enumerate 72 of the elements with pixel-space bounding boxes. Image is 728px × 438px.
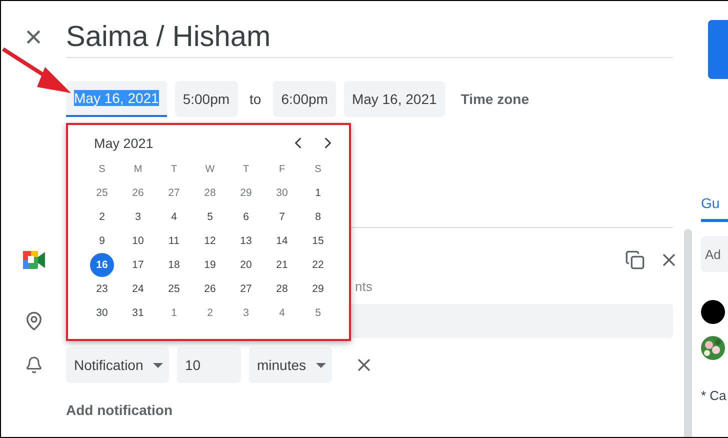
month-label: May 2021 [94, 136, 154, 150]
calendar-day[interactable]: 28 [276, 283, 288, 295]
video-camera-icon [22, 251, 44, 269]
calendar-day[interactable]: 1 [315, 187, 321, 199]
calendar-day[interactable]: 19 [204, 259, 216, 271]
calendar-day[interactable]: 14 [276, 235, 288, 247]
note-text: * Ca [701, 388, 726, 403]
arrow-annotation [1, 45, 73, 95]
end-date-field[interactable]: May 16, 2021 [344, 81, 445, 117]
bell-icon [24, 356, 42, 374]
end-time-field[interactable]: 6:00pm [273, 81, 336, 117]
calendar-day[interactable]: 18 [168, 259, 180, 271]
weekday-label: W [204, 162, 216, 176]
time-zone-link[interactable]: Time zone [460, 91, 529, 107]
calendar-day[interactable]: 13 [240, 235, 252, 247]
weekday-label: S [98, 162, 106, 176]
calendar-day[interactable]: 26 [204, 283, 216, 295]
weekday-label: M [132, 162, 144, 176]
weekday-label: S [314, 162, 322, 176]
calendar-day[interactable]: 29 [240, 187, 252, 199]
add-notification-link[interactable]: Add notification [66, 402, 173, 418]
calendar-day[interactable]: 5 [315, 307, 321, 319]
weekday-label: T [170, 162, 178, 176]
avatar [701, 300, 725, 324]
copy-icon[interactable] [625, 250, 645, 270]
calendar-day[interactable]: 30 [276, 187, 288, 199]
calendar-day[interactable]: 26 [132, 187, 144, 199]
calendar-day[interactable]: 12 [204, 235, 216, 247]
calendar-day[interactable]: 16 [90, 253, 114, 277]
calendar-day[interactable]: 28 [204, 187, 216, 199]
calendar-day[interactable]: 2 [99, 211, 105, 223]
calendar-day[interactable]: 3 [243, 307, 249, 319]
calendar-day[interactable]: 24 [132, 283, 144, 295]
scrollbar[interactable] [684, 229, 692, 437]
calendar-day[interactable]: 15 [312, 235, 324, 247]
calendar-day[interactable]: 31 [132, 307, 144, 319]
to-label: to [250, 91, 262, 107]
calendar-day[interactable]: 29 [312, 283, 324, 295]
calendar-day[interactable]: 22 [312, 259, 324, 271]
event-title[interactable]: Saima / Hisham [66, 18, 673, 58]
notification-type-select[interactable]: Notification [66, 347, 169, 383]
calendar-day[interactable]: 11 [168, 235, 180, 247]
calendar-day[interactable]: 30 [96, 307, 108, 319]
weekday-label: F [278, 162, 286, 176]
calendar-day[interactable]: 9 [99, 235, 105, 247]
guest-field[interactable]: Ad [701, 236, 728, 272]
calendar-day[interactable]: 8 [315, 211, 321, 223]
calendar-day[interactable]: 27 [168, 187, 180, 199]
calendar-day[interactable]: 2 [207, 307, 213, 319]
calendar-day[interactable]: 6 [243, 211, 249, 223]
calendar-day[interactable]: 23 [96, 283, 108, 295]
close-button[interactable]: × [24, 23, 42, 53]
calendar-day[interactable]: 1 [171, 307, 177, 319]
calendar-day[interactable]: 20 [240, 259, 252, 271]
notification-unit-select[interactable]: minutes [249, 347, 332, 383]
calendar-day[interactable]: 17 [132, 259, 144, 271]
guests-tab[interactable]: Gu [701, 195, 728, 222]
notification-amount-field[interactable]: 10 [177, 347, 241, 383]
weekday-label: T [242, 162, 250, 176]
calendar-day[interactable]: 5 [207, 211, 213, 223]
calendar-day[interactable]: 21 [276, 259, 288, 271]
calendar-day[interactable]: 25 [96, 187, 108, 199]
calendar-day[interactable]: 10 [132, 235, 144, 247]
calendar-day[interactable]: 4 [171, 211, 177, 223]
calendar-day[interactable]: 4 [279, 307, 285, 319]
calendar-day[interactable]: 27 [240, 283, 252, 295]
start-time-field[interactable]: 5:00pm [174, 81, 238, 117]
calendar-day[interactable]: 25 [168, 283, 180, 295]
calendar-day[interactable]: 3 [135, 211, 141, 223]
location-icon [24, 311, 44, 331]
calendar-day[interactable]: 7 [279, 211, 285, 223]
conference-text: nts [355, 278, 372, 294]
